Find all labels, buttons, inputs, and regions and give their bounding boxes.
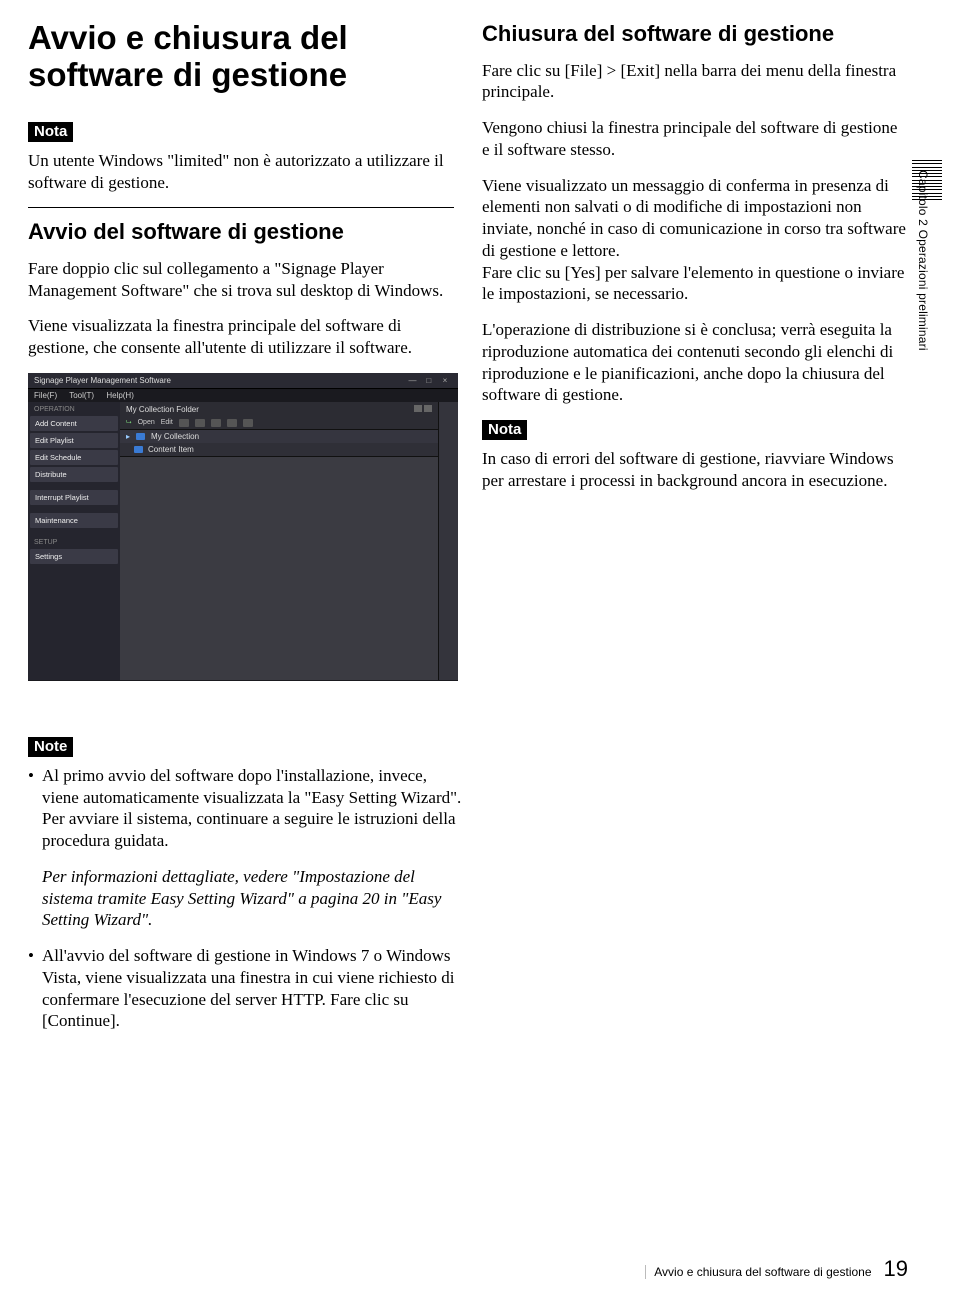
app-content-area (120, 456, 438, 680)
avvio-p1: Fare doppio clic sul collegamento a "Sig… (28, 258, 454, 302)
close-icon: × (438, 376, 452, 385)
sidebar-section-operation: OPERATION (28, 402, 120, 415)
right-column: Chiusura del software di gestione Fare c… (482, 20, 908, 697)
app-toolbar: ⮡ Open Edit (120, 417, 438, 430)
expand-arrow-icon: ▸ (126, 432, 130, 441)
menu-tool: Tool(T) (69, 391, 94, 400)
nota-text: Un utente Windows "limited" non è autori… (28, 150, 454, 194)
note-bullet-2: All'avvio del software di gestione in Wi… (28, 945, 468, 1032)
minimize-icon: — (406, 376, 420, 385)
sidebar-item-edit-schedule: Edit Schedule (30, 450, 118, 465)
chapter-side-label: Capitolo 2 Operazioni preliminari (916, 170, 930, 351)
app-breadcrumb: My Collection Folder (126, 405, 199, 414)
sidebar-item-add-content: Add Content (30, 416, 118, 431)
note-badge: Note (28, 737, 73, 757)
footer-title: Avvio e chiusura del software di gestion… (645, 1265, 871, 1279)
tree-row-root-label: My Collection (151, 432, 199, 441)
left-column: Avvio e chiusura del software di gestion… (28, 20, 454, 697)
app-main: My Collection Folder ⮡ Open Edit (120, 402, 438, 680)
toolbar-edit: Edit (161, 419, 173, 426)
toolbar-open: Open (138, 419, 155, 426)
nota-text-right: In caso di errori del software di gestio… (482, 448, 908, 492)
sidebar-item-maintenance: Maintenance (30, 513, 118, 528)
window-controls: — □ × (406, 376, 452, 385)
cut-icon (179, 419, 189, 427)
open-icon: ⮡ (126, 419, 132, 427)
tree-row-child-label: Content Item (148, 445, 194, 454)
chiusura-p4: L'operazione di distribuzione si è concl… (482, 319, 908, 406)
app-sidebar: OPERATION Add Content Edit Playlist Edit… (28, 402, 120, 680)
chiusura-p2: Vengono chiusi la finestra principale de… (482, 117, 908, 161)
paste-icon (211, 419, 221, 427)
app-right-pane (438, 402, 458, 680)
sidebar-section-setup: SETUP (28, 535, 120, 548)
page-footer: Avvio e chiusura del software di gestion… (645, 1256, 908, 1282)
footer-page-number: 19 (884, 1256, 908, 1282)
page-title: Avvio e chiusura del software di gestion… (28, 20, 454, 94)
avvio-subtitle: Avvio del software di gestione (28, 218, 454, 246)
menu-help: Help(H) (106, 391, 134, 400)
chiusura-subtitle: Chiusura del software di gestione (482, 20, 908, 48)
notes-block: Note Al primo avvio del software dopo l'… (28, 737, 468, 1032)
view-toggle-icon (414, 405, 432, 414)
note-b1-p2: Per informazioni dettagliate, vedere "Im… (42, 866, 468, 931)
note-bullet-1: Al primo avvio del software dopo l'insta… (28, 765, 468, 931)
app-screenshot: Signage Player Management Software — □ ×… (28, 373, 458, 681)
maximize-icon: □ (422, 376, 436, 385)
info-icon (227, 419, 237, 427)
sidebar-item-distribute: Distribute (30, 467, 118, 482)
folder-icon (134, 446, 143, 453)
nota-badge: Nota (28, 122, 73, 142)
chiusura-p3: Viene visualizzato un messaggio di confe… (482, 175, 908, 306)
note-b1-p1: Al primo avvio del software dopo l'insta… (42, 765, 468, 852)
delete-icon (243, 419, 253, 427)
sidebar-item-interrupt: Interrupt Playlist (30, 490, 118, 505)
tree-row-root: ▸ My Collection (120, 430, 438, 443)
nota-badge-right: Nota (482, 420, 527, 440)
app-window-title: Signage Player Management Software (34, 376, 171, 385)
app-menubar: File(F) Tool(T) Help(H) (28, 389, 458, 402)
section-divider (28, 207, 454, 208)
copy-icon (195, 419, 205, 427)
note-b2: All'avvio del software di gestione in Wi… (42, 945, 468, 1032)
folder-icon (136, 433, 145, 440)
menu-file: File(F) (34, 391, 57, 400)
sidebar-item-edit-playlist: Edit Playlist (30, 433, 118, 448)
sidebar-item-settings: Settings (30, 549, 118, 564)
avvio-p2: Viene visualizzata la finestra principal… (28, 315, 454, 359)
chiusura-p1: Fare clic su [File] > [Exit] nella barra… (482, 60, 908, 104)
tree-row-child: Content Item (120, 443, 438, 456)
